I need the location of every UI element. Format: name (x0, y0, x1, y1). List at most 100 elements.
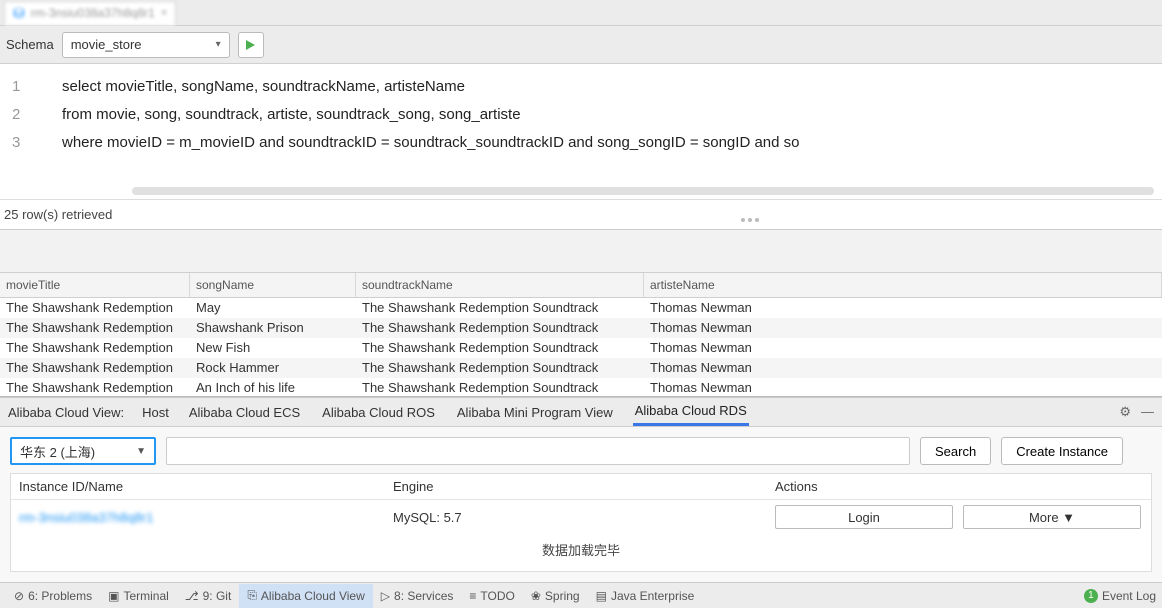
event-badge: 1 (1084, 589, 1098, 603)
table-cell: The Shawshank Redemption Soundtrack (356, 318, 644, 338)
column-header[interactable]: movieTitle (0, 273, 190, 297)
instance-table: Instance ID/Name Engine Actions rm-3nsiu… (10, 473, 1152, 572)
close-tab-icon[interactable]: × (161, 7, 167, 19)
tab-filename: rm-3nsiu038a37h8q8r1 (31, 6, 155, 20)
host-label[interactable]: Host (142, 405, 169, 420)
table-cell: May (190, 298, 356, 318)
table-cell: An Inch of his life (190, 378, 356, 396)
code-line: from movie, song, soundtrack, artiste, s… (62, 100, 1162, 128)
bottom-bar-item[interactable]: ▷ 8: Services (373, 584, 462, 608)
gear-icon[interactable]: ⚙ (1119, 404, 1131, 420)
tab-rds[interactable]: Alibaba Cloud RDS (633, 398, 749, 426)
instance-id-link[interactable]: rm-3nsiu038a37h8q8r1 (11, 510, 393, 525)
line-number: 3 (0, 128, 62, 156)
instance-actions: Login More ▼ (775, 505, 1151, 529)
table-cell: Thomas Newman (644, 298, 1162, 318)
region-value: 华东 2 (上海) (20, 442, 95, 461)
table-cell: Rock Hammer (190, 358, 356, 378)
schema-label: Schema (6, 37, 54, 52)
cloud-panel-body: 华东 2 (上海) ▼ Search Create Instance Insta… (0, 427, 1162, 582)
sql-editor[interactable]: 1 2 3 select movieTitle, songName, sound… (0, 64, 1162, 200)
bottom-bar-label: 6: Problems (28, 589, 92, 603)
bottom-bar-item[interactable]: ▣ Terminal (100, 584, 177, 608)
table-row[interactable]: The Shawshank RedemptionRock HammerThe S… (0, 358, 1162, 378)
table-cell: The Shawshank Redemption (0, 378, 190, 396)
bottom-bar-label: Alibaba Cloud View (261, 589, 365, 603)
cloud-top-row: 华东 2 (上海) ▼ Search Create Instance (10, 437, 1152, 465)
code-area[interactable]: select movieTitle, songName, soundtrackN… (62, 64, 1162, 199)
table-cell: The Shawshank Redemption (0, 318, 190, 338)
results-body: The Shawshank RedemptionMayThe Shawshank… (0, 298, 1162, 396)
table-cell: Thomas Newman (644, 338, 1162, 358)
column-header[interactable]: songName (190, 273, 356, 297)
bottom-bar-icon: ▣ (108, 589, 119, 603)
table-cell: The Shawshank Redemption Soundtrack (356, 298, 644, 318)
code-line: select movieTitle, songName, soundtrackN… (62, 72, 1162, 100)
minimize-icon[interactable]: — (1141, 404, 1154, 420)
results-header: movieTitle songName soundtrackName artis… (0, 272, 1162, 298)
table-cell: The Shawshank Redemption Soundtrack (356, 338, 644, 358)
table-row[interactable]: The Shawshank RedemptionAn Inch of his l… (0, 378, 1162, 396)
column-header[interactable]: soundtrackName (356, 273, 644, 297)
tab-ecs[interactable]: Alibaba Cloud ECS (187, 398, 302, 426)
code-line: where movieID = m_movieID and soundtrack… (62, 128, 1162, 156)
bottom-bar-label: TODO (480, 589, 514, 603)
event-log-label: Event Log (1102, 589, 1156, 603)
bottom-bar-label: 8: Services (394, 589, 453, 603)
query-toolbar: Schema movie_store (0, 26, 1162, 64)
table-cell: The Shawshank Redemption (0, 358, 190, 378)
file-tab-bar: ⛁ rm-3nsiu038a37h8q8r1 × (0, 0, 1162, 26)
bottom-bar-item[interactable]: ⊘6: Problems (6, 584, 100, 608)
instance-row[interactable]: rm-3nsiu038a37h8q8r1 MySQL: 5.7 Login Mo… (11, 500, 1151, 534)
tab-mini-program[interactable]: Alibaba Mini Program View (455, 398, 615, 426)
search-input[interactable] (166, 437, 910, 465)
more-button[interactable]: More ▼ (963, 505, 1141, 529)
bottom-bar-label: 9: Git (203, 589, 232, 603)
split-handle[interactable] (740, 218, 760, 224)
header-instance-id: Instance ID/Name (11, 479, 393, 494)
bottom-bar-label: Spring (545, 589, 580, 603)
instance-header-row: Instance ID/Name Engine Actions (11, 474, 1151, 500)
cloud-view-label: Alibaba Cloud View: (8, 405, 124, 420)
bottom-bar-item[interactable]: ❀ Spring (523, 584, 588, 608)
bottom-bar-label: Java Enterprise (611, 589, 694, 603)
bottom-bar-icon: ⎘ (247, 588, 257, 603)
create-instance-button[interactable]: Create Instance (1001, 437, 1123, 465)
line-number: 1 (0, 72, 62, 100)
schema-select[interactable]: movie_store (62, 32, 230, 58)
column-header[interactable]: artisteName (644, 273, 1162, 297)
search-button[interactable]: Search (920, 437, 991, 465)
table-cell: The Shawshank Redemption Soundtrack (356, 358, 644, 378)
header-engine: Engine (393, 479, 775, 494)
cloud-view-tabs: Alibaba Cloud View: Host Alibaba Cloud E… (0, 397, 1162, 427)
bottom-bar-icon: ▷ (381, 589, 390, 603)
table-row[interactable]: The Shawshank RedemptionShawshank Prison… (0, 318, 1162, 338)
horizontal-scrollbar[interactable] (132, 187, 1154, 195)
file-tab[interactable]: ⛁ rm-3nsiu038a37h8q8r1 × (4, 1, 176, 25)
bottom-bar-item[interactable]: ▤Java Enterprise (588, 584, 703, 608)
bottom-bar-item[interactable]: ⎇ 9: Git (177, 584, 240, 608)
bottom-bar-icon: ⎇ (185, 589, 199, 603)
event-log-button[interactable]: 1 Event Log (1084, 589, 1156, 603)
table-cell: Thomas Newman (644, 358, 1162, 378)
table-cell: New Fish (190, 338, 356, 358)
login-button[interactable]: Login (775, 505, 953, 529)
bottom-bar-item[interactable]: ⎘ Alibaba Cloud View (239, 584, 372, 608)
bottom-bar-label: Terminal (123, 589, 168, 603)
region-select[interactable]: 华东 2 (上海) ▼ (10, 437, 156, 465)
line-number: 2 (0, 100, 62, 128)
bottom-bar-icon: ❀ (531, 589, 541, 603)
table-row[interactable]: The Shawshank RedemptionMayThe Shawshank… (0, 298, 1162, 318)
table-row[interactable]: The Shawshank RedemptionNew FishThe Shaw… (0, 338, 1162, 358)
table-cell: The Shawshank Redemption (0, 338, 190, 358)
ide-bottom-bar: ⊘6: Problems ▣ Terminal ⎇ 9: Git ⎘ Alibaba Clo… (0, 582, 1162, 608)
header-actions: Actions (775, 479, 1151, 494)
schema-value: movie_store (71, 37, 142, 52)
tab-ros[interactable]: Alibaba Cloud ROS (320, 398, 437, 426)
table-cell: The Shawshank Redemption Soundtrack (356, 378, 644, 396)
run-query-button[interactable] (238, 32, 264, 58)
line-gutter: 1 2 3 (0, 64, 62, 199)
bottom-bar-item[interactable]: ≡TODO (461, 584, 522, 608)
database-icon: ⛁ (13, 5, 25, 22)
data-loaded-footer: 数据加载完毕 (11, 534, 1151, 565)
